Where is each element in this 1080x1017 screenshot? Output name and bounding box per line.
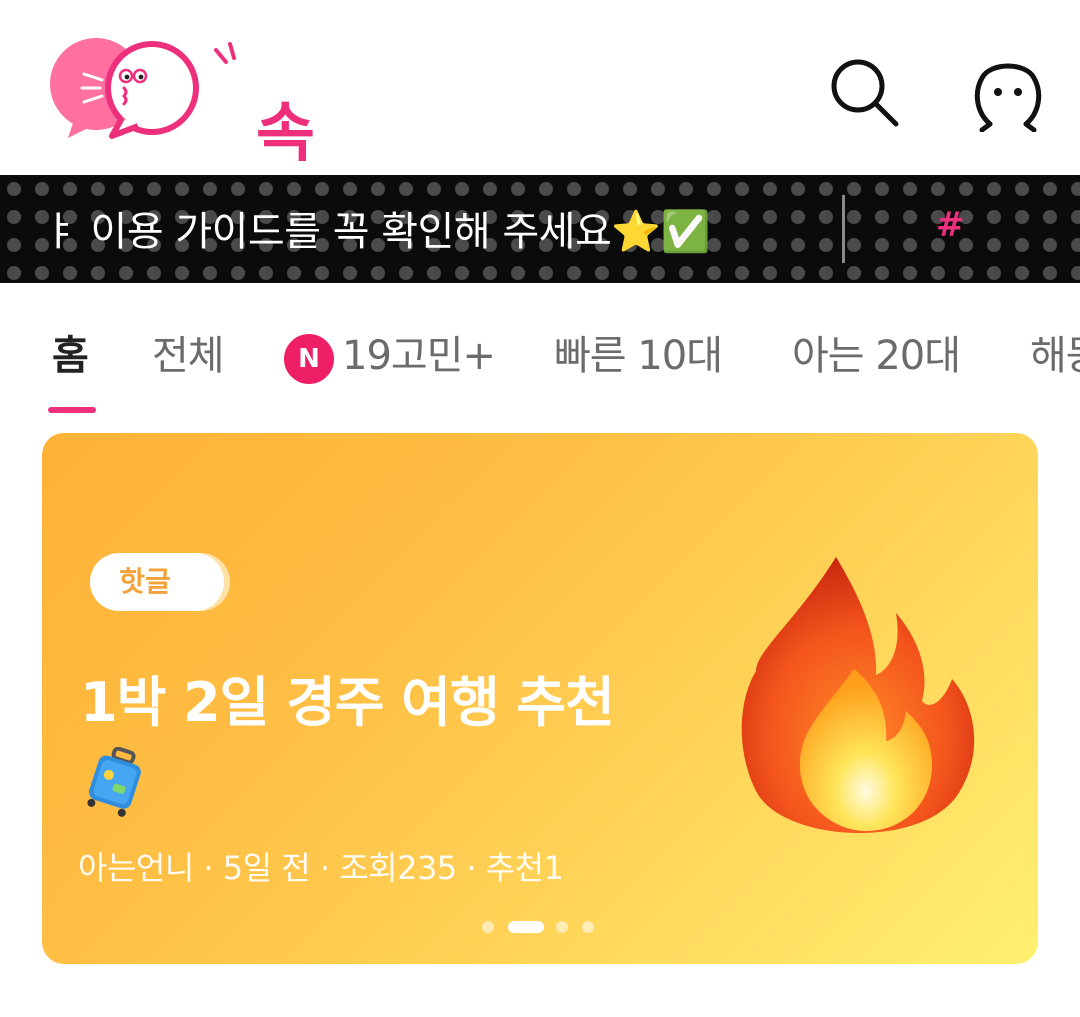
tab-19-worries[interactable]: 19고민+ [342,323,496,381]
banner-pagination [480,919,600,933]
banner-title: 1박 2일 경주 여행 추천 [80,671,615,734]
hot-post-banner[interactable]: 핫글 1박 2일 경주 여행 추천 아는언니 · 5일 전 · 조회235 · … [42,433,1038,964]
ticker-text: ㅑ 이용 가이드를 꼭 확인해 주세요⭐✅ [42,209,710,255]
profile-button[interactable] [968,52,1048,133]
pagination-dot[interactable] [556,921,568,933]
app-logo[interactable]: 속닥 [44,36,364,263]
pagination-dot[interactable] [482,921,494,933]
app-header: 속닥 [0,0,1080,263]
new-badge: N [284,334,334,384]
tab-fast-teens[interactable]: 빠른 10대 [554,323,723,381]
profile-icon [974,63,1042,133]
tab-all[interactable]: 전체 [152,323,225,381]
post-meta: 아는언니 · 5일 전 · 조회235 · 추천1 [78,849,564,887]
ticker-hashtag: # [936,205,965,245]
notice-ticker[interactable]: ㅑ 이용 가이드를 꼭 확인해 주세요⭐✅ # [0,175,1080,283]
pagination-dot-active[interactable] [508,921,544,933]
tab-dream-reading[interactable]: 해몽 [1030,323,1080,381]
search-button[interactable] [826,54,902,130]
suitcase-icon [87,747,141,817]
active-tab-indicator [48,407,96,413]
hot-post-tag: 핫글 [90,553,224,611]
pagination-dot[interactable] [582,921,594,933]
hot-post-tag-label: 핫글 [119,565,171,598]
category-tabs: 홈 전체 N 19고민+ 빠른 10대 아는 20대 해몽 [0,283,1080,423]
fire-icon [741,557,975,834]
tab-knowing-20s[interactable]: 아는 20대 [792,323,961,381]
search-icon [831,59,899,127]
ticker-divider [842,195,845,263]
tab-home[interactable]: 홈 [52,323,89,381]
